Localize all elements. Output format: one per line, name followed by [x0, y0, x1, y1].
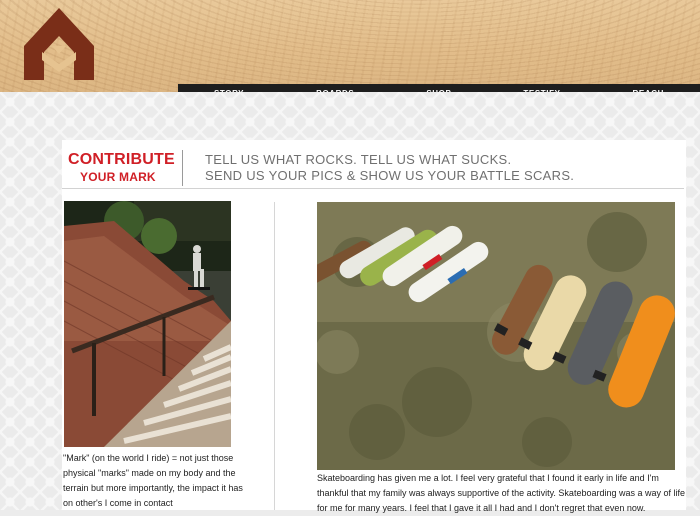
header-rule [62, 188, 684, 189]
mark-logo-icon[interactable] [22, 6, 96, 82]
page-subtitle: YOUR MARK [80, 170, 156, 184]
page-title: CONTRIBUTE [68, 151, 175, 168]
tagline-line-2: SEND US YOUR PICS & SHOW US YOUR BATTLE … [205, 168, 575, 183]
column-divider [274, 202, 275, 510]
skater-rail-photo[interactable] [64, 201, 231, 447]
right-caption: Skateboarding has given me a lot. I feel… [317, 473, 686, 513]
title-divider [182, 150, 183, 186]
skateboards-on-grass-photo[interactable] [317, 202, 675, 470]
tagline-line-1: TELL US WHAT ROCKS. TELL US WHAT SUCKS. [205, 152, 512, 167]
site-header [0, 0, 700, 92]
left-caption: "Mark" (on the world I ride) = not just … [63, 453, 243, 508]
